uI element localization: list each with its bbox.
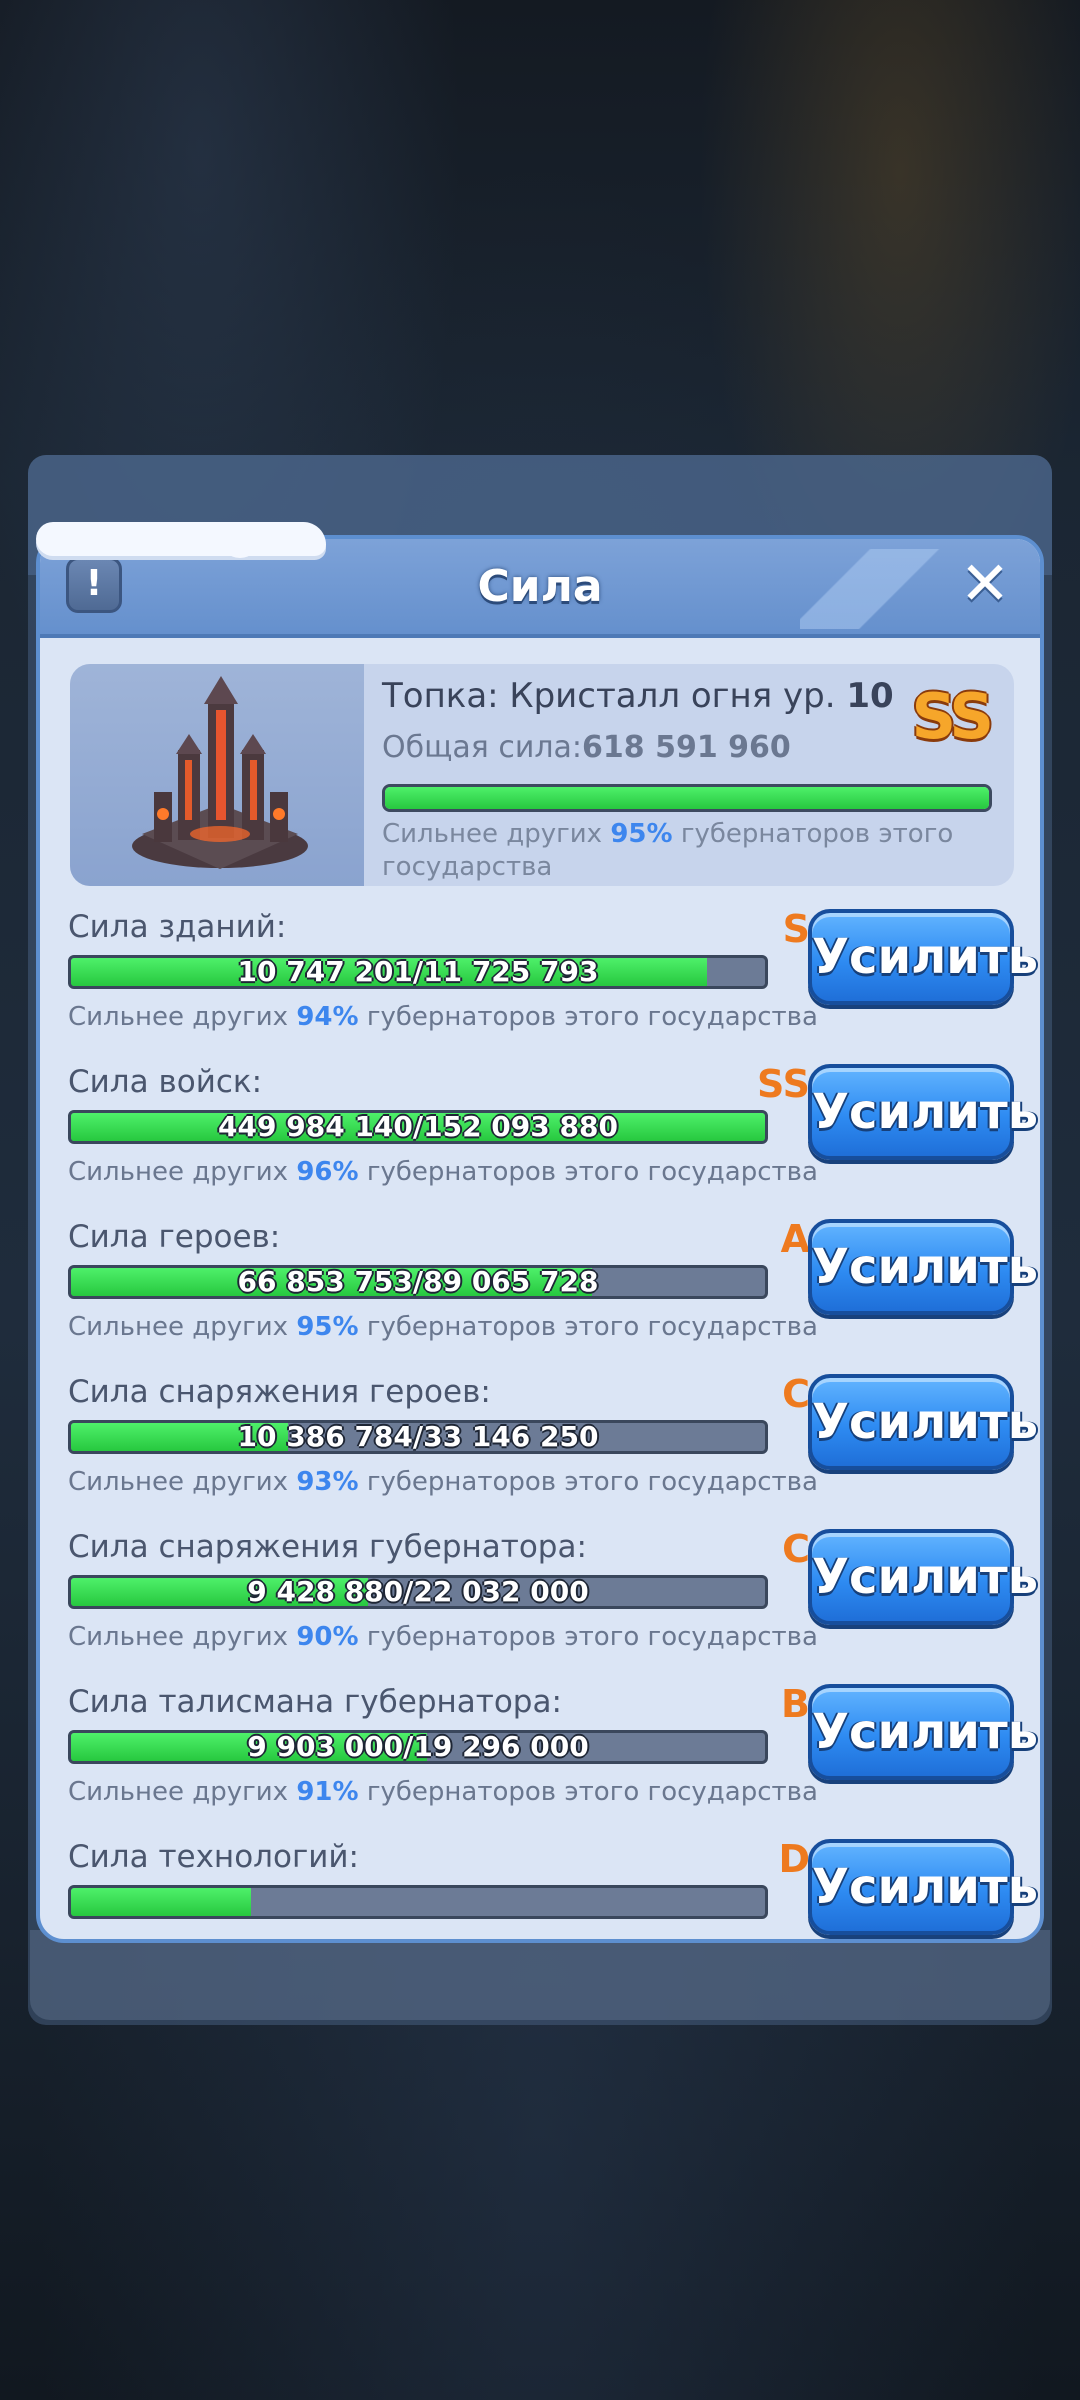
stat-progress-text: 10 747 201/11 725 793	[237, 955, 599, 988]
stat-row: Сила технологий: D Усилить	[40, 1837, 1040, 1939]
rank-suffix: губернаторов этого государства	[358, 1002, 818, 1032]
stat-label: Сила войск:	[68, 1064, 263, 1100]
building-title: Топка: Кристалл огня ур. 10	[382, 676, 894, 716]
stat-row: Сила снаряжения героев: C 10 386 784/33 14…	[40, 1372, 1040, 1529]
rank-suffix: губернаторов этого государства	[358, 1777, 818, 1807]
total-power-bar-fill	[385, 787, 989, 809]
rank-percent: 90%	[296, 1622, 359, 1652]
rank-percent: 93%	[296, 1467, 359, 1497]
stat-grade: A	[780, 1217, 810, 1261]
total-grade-badge: SS	[911, 680, 994, 753]
stat-row: Сила зданий: S 10 747 201/11 725 793 Сильне…	[40, 909, 1040, 1064]
stat-rank-text: Сильнее других 93% губернаторов этого го…	[68, 1467, 818, 1497]
rank-suffix: губернаторов этого государства	[358, 1312, 818, 1342]
stat-progress-text: 449 984 140/152 093 880	[218, 1110, 618, 1143]
boost-button[interactable]: Усилить	[808, 1529, 1038, 1625]
stat-progress-bar: 449 984 140/152 093 880	[68, 1110, 768, 1144]
stat-rank-text: Сильнее других 96% губернаторов этого го…	[68, 1157, 818, 1187]
stat-progress-text: 9 428 880/22 032 000	[247, 1575, 589, 1608]
summary-card: Топка: Кристалл огня ур. 10 SS Общая сил…	[70, 664, 1014, 886]
rank-suffix: губернаторов этого государства	[358, 1157, 818, 1187]
stat-grade: SS	[756, 1062, 810, 1106]
rank-prefix: Сильнее других	[382, 819, 611, 849]
boost-button[interactable]: Усилить	[808, 1064, 1038, 1160]
stat-label: Сила зданий:	[68, 909, 287, 945]
stat-label: Сила талисмана губернатора:	[68, 1684, 562, 1720]
boost-button[interactable]: Усилить	[808, 1219, 1038, 1315]
stat-row: Сила войск: SS 449 984 140/152 093 880 Силь…	[40, 1062, 1040, 1219]
rank-suffix: губернаторов этого государства	[358, 1467, 818, 1497]
rank-suffix: губернаторов этого государства	[358, 1622, 818, 1652]
rank-percent: 95%	[296, 1312, 359, 1342]
total-power-label: Общая сила:	[382, 730, 582, 765]
rank-percent: 94%	[296, 1002, 359, 1032]
stat-grade: D	[778, 1837, 810, 1881]
stat-progress-bar	[68, 1885, 768, 1919]
rank-prefix: Сильнее других	[68, 1777, 297, 1807]
total-power-line: Общая сила:618 591 960	[382, 730, 791, 765]
stat-row: Сила снаряжения губернатора: C 9 428 880/2…	[40, 1527, 1040, 1684]
building-level: 10	[846, 676, 894, 716]
rank-prefix: Сильнее других	[68, 1467, 297, 1497]
rank-prefix: Сильнее других	[68, 1622, 297, 1652]
stat-label: Сила снаряжения героев:	[68, 1374, 491, 1410]
total-power-bar	[382, 784, 992, 812]
background-window-footer	[30, 1930, 1050, 2020]
stat-progress-bar: 10 386 784/33 146 250	[68, 1420, 768, 1454]
stat-grade: C	[782, 1527, 810, 1571]
stat-progress-bar: 10 747 201/11 725 793	[68, 955, 768, 989]
stat-grade: S	[782, 909, 810, 951]
stat-rank-text: Сильнее других 94% губернаторов этого го…	[68, 1002, 818, 1032]
boost-button[interactable]: Усилить	[808, 1839, 1038, 1935]
stat-rank-text: Сильнее других 91% губернаторов этого го…	[68, 1777, 818, 1807]
stat-row: Сила героев: A 66 853 753/89 065 728 Сильне…	[40, 1217, 1040, 1374]
stat-rank-text: Сильнее других 90% губернаторов этого го…	[68, 1622, 818, 1652]
stat-progress-text: 9 903 000/19 296 000	[247, 1730, 589, 1763]
building-name: Топка: Кристалл огня ур.	[382, 676, 847, 716]
stat-row: Сила талисмана губернатора: B 9 903 000/19…	[40, 1682, 1040, 1839]
boost-button[interactable]: Усилить	[808, 909, 1038, 1005]
stat-label: Сила героев:	[68, 1219, 281, 1255]
boost-button[interactable]: Усилить	[808, 1684, 1038, 1780]
total-rank-text: Сильнее других 95% губернаторов этого го…	[382, 818, 982, 884]
total-power-value: 618 591 960	[582, 730, 791, 765]
stat-progress-bar: 9 428 880/22 032 000	[68, 1575, 768, 1609]
rank-percent: 96%	[296, 1157, 359, 1187]
stat-label: Сила снаряжения губернатора:	[68, 1529, 587, 1565]
boost-button[interactable]: Усилить	[808, 1374, 1038, 1470]
stat-progress-bar: 9 903 000/19 296 000	[68, 1730, 768, 1764]
rank-prefix: Сильнее других	[68, 1312, 297, 1342]
stat-label: Сила технологий:	[68, 1839, 359, 1875]
stat-progress-text	[71, 1888, 765, 1916]
close-icon[interactable]: ✕	[952, 551, 1018, 617]
rank-percent: 95%	[610, 819, 673, 849]
stat-progress-text: 66 853 753/89 065 728	[237, 1265, 599, 1298]
stat-progress-text: 10 386 784/33 146 250	[237, 1420, 599, 1453]
rank-percent: 91%	[296, 1777, 359, 1807]
power-dialog: ! Сила ✕ Топка: Кристалл огня ур. 10 SS …	[36, 535, 1044, 1943]
snow-decoration	[36, 522, 326, 556]
crystal-tower-icon	[132, 676, 308, 869]
stat-progress-bar: 66 853 753/89 065 728	[68, 1265, 768, 1299]
stat-rank-text: Сильнее других 95% губернаторов этого го…	[68, 1312, 818, 1342]
stats-list[interactable]: Сила зданий: S 10 747 201/11 725 793 Сильне…	[40, 909, 1040, 1939]
building-image	[70, 664, 364, 886]
rank-prefix: Сильнее других	[68, 1002, 297, 1032]
stat-grade: B	[781, 1682, 810, 1726]
stat-grade: C	[782, 1372, 810, 1416]
rank-prefix: Сильнее других	[68, 1157, 297, 1187]
